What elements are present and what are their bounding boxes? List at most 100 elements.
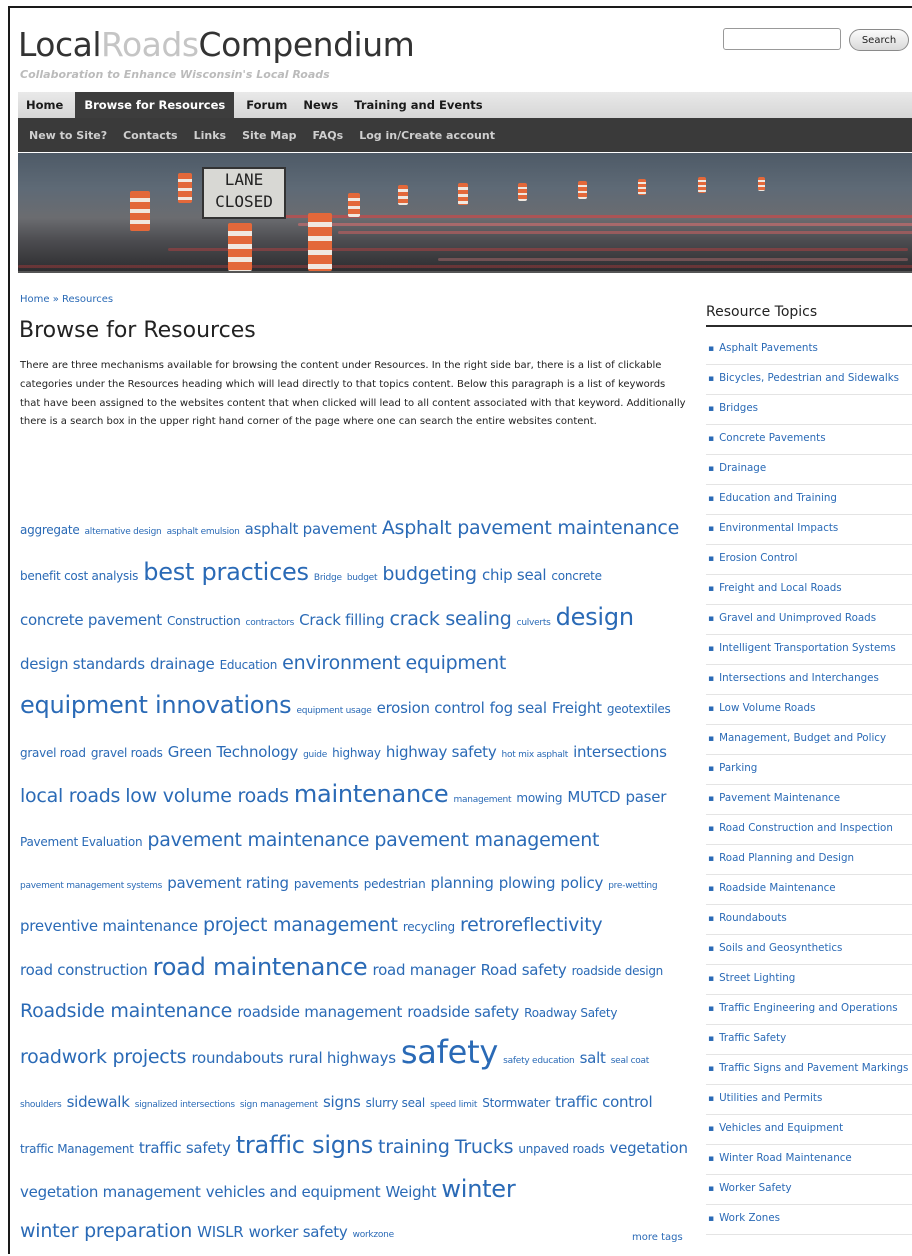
tag-link[interactable]: safety: [401, 1033, 498, 1071]
tag-link[interactable]: crack sealing: [390, 608, 512, 630]
sidebar-item-roundabouts[interactable]: ▪ Roundabouts: [706, 905, 912, 935]
tag-link[interactable]: contractors: [246, 618, 295, 628]
tag-link[interactable]: Weight: [386, 1183, 437, 1201]
tag-link[interactable]: planning: [431, 874, 494, 892]
site-logo[interactable]: LocalRoadsCompendium: [18, 28, 415, 61]
tag-link[interactable]: pavements: [294, 877, 359, 891]
sidebar-item-concrete-pavements[interactable]: ▪ Concrete Pavements: [706, 425, 912, 455]
sidebar-item-drainage[interactable]: ▪ Drainage: [706, 455, 912, 485]
sidebar-item-pavement-maintenance[interactable]: ▪ Pavement Maintenance: [706, 785, 912, 815]
tag-link[interactable]: MUTCD: [567, 788, 620, 806]
tag-link[interactable]: environment: [282, 652, 401, 674]
tag-link[interactable]: Trucks: [455, 1136, 514, 1158]
sidebar-item-freight-and-local-roads[interactable]: ▪ Freight and Local Roads: [706, 575, 912, 605]
breadcrumb[interactable]: Home » Resources: [20, 294, 113, 305]
tag-link[interactable]: pre-wetting: [608, 881, 657, 891]
nav-item-forum[interactable]: Forum: [238, 92, 295, 118]
tag-link[interactable]: Roadway Safety: [524, 1006, 617, 1020]
tag-link[interactable]: WISLR: [197, 1223, 244, 1241]
sidebar-item-erosion-control[interactable]: ▪ Erosion Control: [706, 545, 912, 575]
sidebar-item-intersections-and-interchanges[interactable]: ▪ Intersections and Interchanges: [706, 665, 912, 695]
tag-link[interactable]: Roadside maintenance: [20, 1000, 232, 1022]
tag-link[interactable]: winter preparation: [20, 1220, 192, 1242]
tag-link[interactable]: budget: [347, 573, 378, 583]
subnav-item-links[interactable]: Links: [186, 129, 234, 142]
tag-link[interactable]: recycling: [403, 920, 455, 934]
sidebar-item-asphalt-pavements[interactable]: ▪ Asphalt Pavements: [706, 335, 912, 365]
tag-link[interactable]: traffic control: [555, 1093, 652, 1111]
tag-link[interactable]: road maintenance: [153, 953, 368, 981]
tag-link[interactable]: alternative design: [85, 527, 162, 537]
tag-link[interactable]: traffic signs: [236, 1131, 374, 1159]
sidebar-item-gravel-and-unimproved-roads[interactable]: ▪ Gravel and Unimproved Roads: [706, 605, 912, 635]
nav-item-browse-for-resources[interactable]: Browse for Resources: [75, 92, 235, 118]
tag-link[interactable]: winter: [441, 1175, 515, 1203]
tag-link[interactable]: equipment: [406, 652, 507, 674]
tag-link[interactable]: gravel road: [20, 746, 86, 760]
subnav-item-log-in-create-account[interactable]: Log in/Create account: [351, 129, 503, 142]
tag-link[interactable]: drainage: [150, 655, 215, 673]
tag-link[interactable]: equipment innovations: [20, 691, 292, 719]
sidebar-item-utilities-and-permits[interactable]: ▪ Utilities and Permits: [706, 1085, 912, 1115]
tag-link[interactable]: unpaved roads: [518, 1142, 604, 1156]
tag-link[interactable]: Green Technology: [168, 743, 298, 761]
sidebar-item-parking[interactable]: ▪ Parking: [706, 755, 912, 785]
tag-link[interactable]: vehicles and equipment: [206, 1183, 381, 1201]
sidebar-item-bridges[interactable]: ▪ Bridges: [706, 395, 912, 425]
tag-link[interactable]: highway: [332, 746, 381, 760]
tag-link[interactable]: Bridge: [314, 573, 342, 583]
more-tags-link[interactable]: more tags: [632, 1232, 683, 1243]
tag-link[interactable]: Asphalt pavement maintenance: [382, 517, 680, 539]
sidebar-item-soils-and-geosynthetics[interactable]: ▪ Soils and Geosynthetics: [706, 935, 912, 965]
tag-link[interactable]: management: [453, 795, 511, 805]
tag-link[interactable]: guide: [303, 750, 327, 760]
tag-link[interactable]: hot mix asphalt: [502, 750, 569, 760]
sidebar-item-road-planning-and-design[interactable]: ▪ Road Planning and Design: [706, 845, 912, 875]
tag-link[interactable]: Crack filling: [299, 611, 385, 629]
tag-link[interactable]: aggregate: [20, 523, 80, 537]
tag-link[interactable]: roadside design: [572, 964, 664, 978]
tag-link[interactable]: pavement maintenance: [147, 829, 369, 851]
sidebar-item-worker-safety[interactable]: ▪ Worker Safety: [706, 1175, 912, 1205]
tag-link[interactable]: geotextiles: [607, 702, 671, 716]
nav-item-training-and-events[interactable]: Training and Events: [346, 92, 490, 118]
tag-link[interactable]: equipment usage: [297, 706, 372, 716]
tag-link[interactable]: roadside management: [237, 1003, 402, 1021]
tag-link[interactable]: pedestrian: [364, 877, 426, 891]
tag-link[interactable]: asphalt pavement: [245, 520, 377, 538]
tag-link[interactable]: fog seal: [490, 699, 547, 717]
tag-link[interactable]: highway safety: [386, 743, 497, 761]
tag-link[interactable]: intersections: [573, 743, 667, 761]
tag-link[interactable]: culverts: [517, 618, 551, 628]
tag-link[interactable]: Construction: [167, 614, 241, 628]
sidebar-item-roadside-maintenance[interactable]: ▪ Roadside Maintenance: [706, 875, 912, 905]
tag-link[interactable]: gravel roads: [91, 746, 163, 760]
tag-link[interactable]: benefit cost analysis: [20, 569, 138, 583]
sidebar-item-vehicles-and-equipment[interactable]: ▪ Vehicles and Equipment: [706, 1115, 912, 1145]
tag-link[interactable]: policy: [560, 874, 603, 892]
tag-link[interactable]: roadside safety: [407, 1003, 519, 1021]
tag-link[interactable]: Freight: [552, 699, 602, 717]
tag-link[interactable]: rural highways: [288, 1049, 396, 1067]
tag-link[interactable]: Pavement Evaluation: [20, 835, 143, 849]
subnav-item-faqs[interactable]: FAQs: [305, 129, 352, 142]
tag-link[interactable]: seal coat: [611, 1056, 650, 1066]
tag-link[interactable]: plowing: [499, 874, 556, 892]
tag-link[interactable]: Stormwater: [482, 1096, 550, 1110]
tag-link[interactable]: sidewalk: [67, 1093, 130, 1111]
tag-link[interactable]: pavement management: [374, 829, 599, 851]
tag-link[interactable]: budgeting: [382, 563, 477, 585]
sidebar-item-traffic-signs-and-pavement-markings[interactable]: ▪ Traffic Signs and Pavement Markings: [706, 1055, 912, 1085]
tag-link[interactable]: chip seal: [482, 566, 547, 584]
tag-link[interactable]: low volume roads: [125, 785, 289, 807]
tag-link[interactable]: local roads: [20, 785, 120, 807]
sidebar-item-traffic-engineering-and-operations[interactable]: ▪ Traffic Engineering and Operations: [706, 995, 912, 1025]
tag-link[interactable]: maintenance: [294, 780, 449, 808]
tag-link[interactable]: roadwork projects: [20, 1046, 187, 1068]
sidebar-item-low-volume-roads[interactable]: ▪ Low Volume Roads: [706, 695, 912, 725]
tag-link[interactable]: signalized intersections: [135, 1100, 235, 1110]
tag-link[interactable]: retroreflectivity: [460, 914, 603, 936]
tag-link[interactable]: asphalt emulsion: [167, 527, 240, 537]
sidebar-item-education-and-training[interactable]: ▪ Education and Training: [706, 485, 912, 515]
subnav-item-new-to-site[interactable]: New to Site?: [21, 129, 115, 142]
